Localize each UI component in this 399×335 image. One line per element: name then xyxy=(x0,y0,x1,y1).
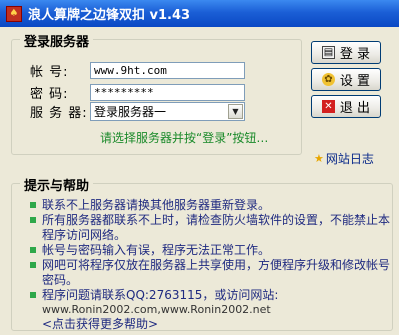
server-select[interactable]: 登录服务器一 ▼ xyxy=(90,102,245,121)
account-label: 帐 号: xyxy=(30,65,69,80)
password-input[interactable]: ********* xyxy=(90,84,245,101)
title-bar[interactable]: ♠ 浪人算牌之边锋双扣 v1.43 xyxy=(0,0,399,27)
login-button-label: 登 录 xyxy=(339,47,371,62)
bullet-icon xyxy=(30,247,36,253)
status-hint: 请选择服务器并按“登录”按钮… xyxy=(100,131,269,145)
account-row: 帐 号: www.9ht.com xyxy=(30,61,245,80)
login-icon: ▤ xyxy=(321,46,335,59)
main-window: ♠ 浪人算牌之边锋双扣 v1.43 登录服务器 帐 号: www.9ht.com… xyxy=(0,0,399,335)
login-group: 登录服务器 帐 号: www.9ht.com 密 码: ********* 服 … xyxy=(11,31,302,155)
website-log-label: 网站日志 xyxy=(325,152,374,166)
help-group: 提示与帮助 联系不上服务器请换其他服务器重新登录。 所有服务器都联系不上时，请检… xyxy=(11,175,393,332)
server-row: 服 务 器: 登录服务器一 ▼ xyxy=(30,102,245,121)
bullet-icon xyxy=(30,202,36,208)
settings-button-label: 设 置 xyxy=(339,74,371,89)
login-button[interactable]: ▤ 登 录 xyxy=(311,41,381,64)
website-log-link[interactable]: ★ 网站日志 xyxy=(314,150,374,167)
list-item: 所有服务器都联系不上时，请检查防火墙软件的设置，不能禁止本程序访问网络。 xyxy=(30,213,390,243)
close-icon: ✕ xyxy=(321,100,335,113)
bullet-icon xyxy=(30,292,36,298)
star-icon: ★ xyxy=(314,152,324,165)
list-item: 程序问题请联系QQ:2763115，或访问网站: xyxy=(30,288,390,303)
server-select-value: 登录服务器一 xyxy=(94,105,167,119)
more-help-link[interactable]: <点击获得更多帮助> xyxy=(30,317,390,332)
password-label: 密 码: xyxy=(30,87,69,102)
list-item: 网吧可将程序仅放在服务器上共享使用，方便程序升级和修改帐号密码。 xyxy=(30,258,390,288)
website-urls[interactable]: www.Ronin2002.com,www.Ronin2002.net xyxy=(30,303,390,317)
settings-icon: ✿ xyxy=(321,73,335,86)
bullet-icon xyxy=(30,262,36,268)
chevron-down-icon[interactable]: ▼ xyxy=(228,104,243,119)
help-group-title: 提示与帮助 xyxy=(20,175,94,194)
password-row: 密 码: ********* xyxy=(30,83,245,102)
list-item: 联系不上服务器请换其他服务器重新登录。 xyxy=(30,198,390,213)
list-item: 帐号与密码输入有误，程序无法正常工作。 xyxy=(30,243,390,258)
app-icon: ♠ xyxy=(6,5,22,22)
help-list: 联系不上服务器请换其他服务器重新登录。 所有服务器都联系不上时，请检查防火墙软件… xyxy=(30,198,390,332)
window-title: 浪人算牌之边锋双扣 v1.43 xyxy=(28,8,191,23)
server-label: 服 务 器: xyxy=(30,106,88,121)
exit-button-label: 退 出 xyxy=(339,101,371,116)
account-input[interactable]: www.9ht.com xyxy=(90,62,245,79)
bullet-icon xyxy=(30,217,36,223)
login-group-title: 登录服务器 xyxy=(20,31,94,50)
exit-button[interactable]: ✕ 退 出 xyxy=(311,95,381,118)
settings-button[interactable]: ✿ 设 置 xyxy=(311,68,381,91)
